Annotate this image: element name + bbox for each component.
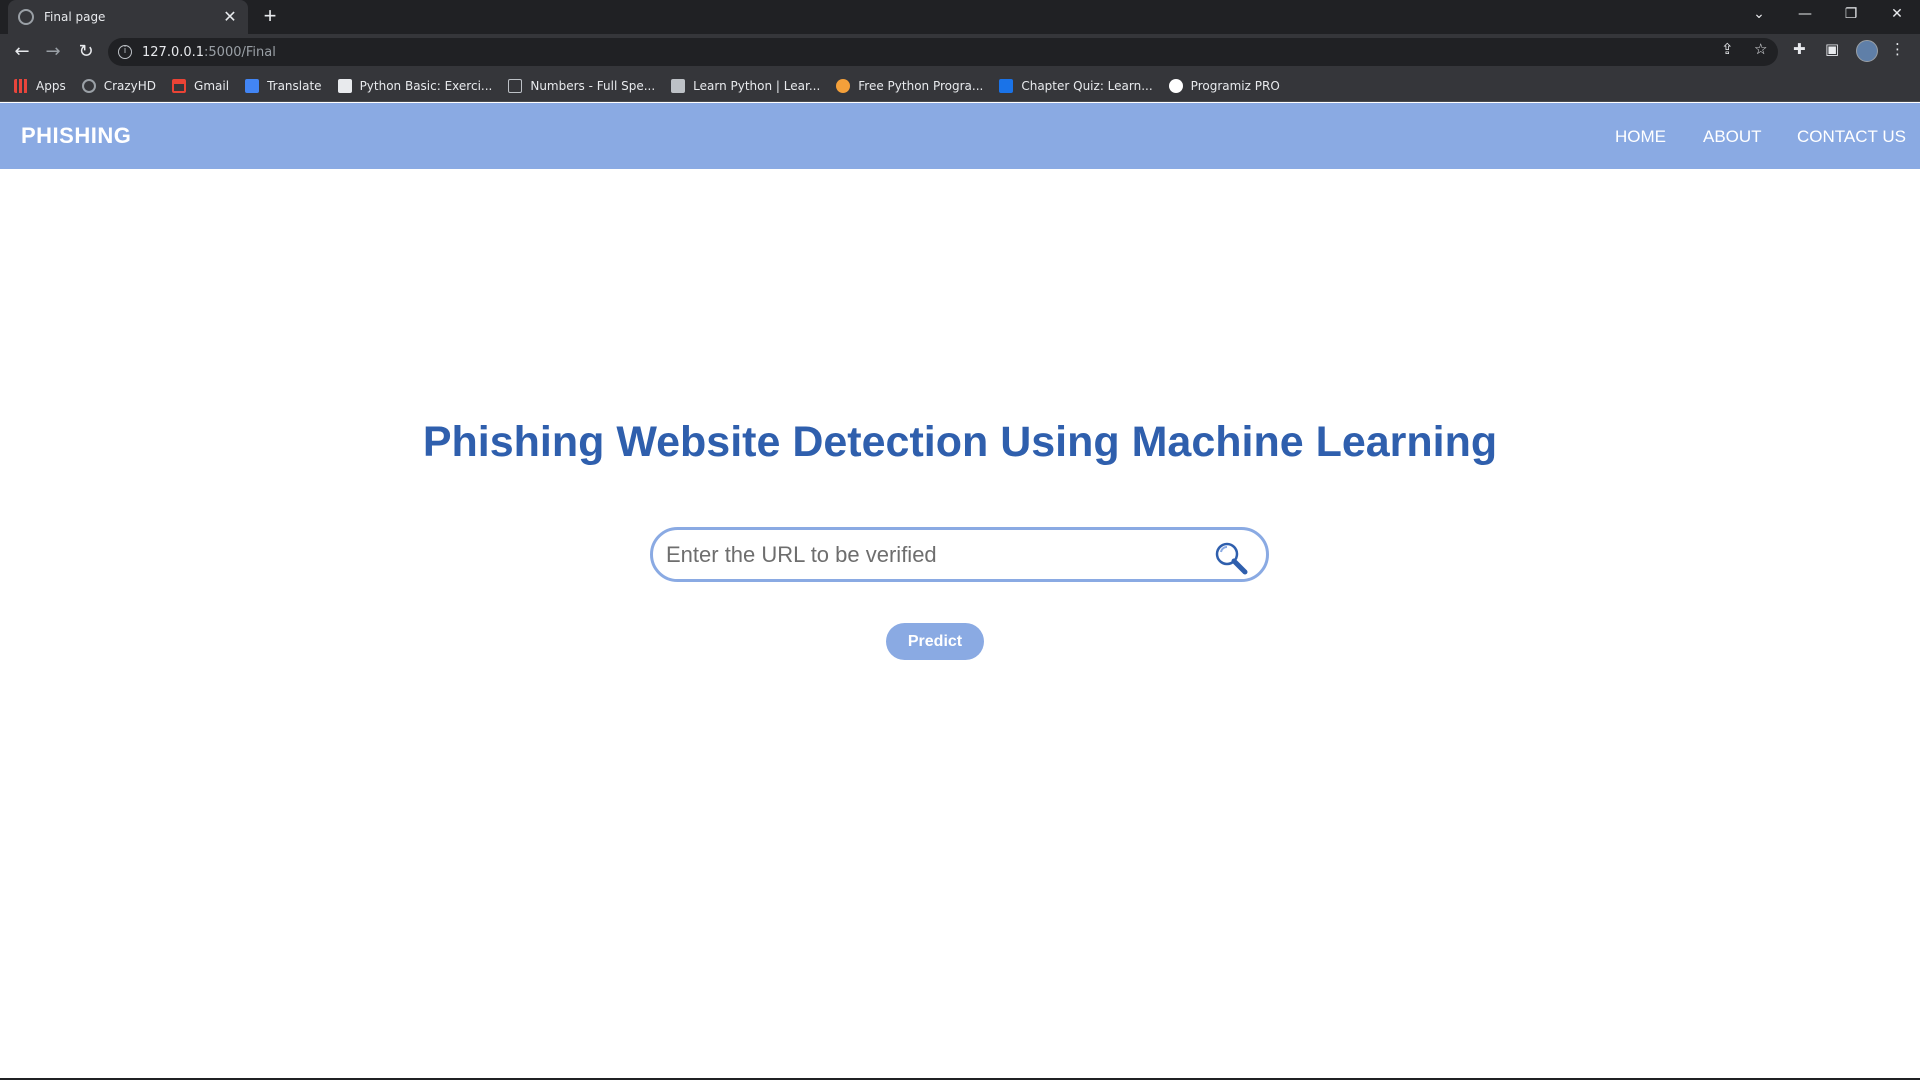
window-close-icon[interactable]: ✕ bbox=[1874, 0, 1920, 30]
programiz-icon bbox=[1168, 78, 1183, 93]
globe-icon bbox=[81, 78, 96, 93]
terminal-icon bbox=[508, 78, 523, 93]
play-icon bbox=[999, 78, 1014, 93]
close-tab-icon[interactable]: ✕ bbox=[222, 7, 238, 27]
chrome-menu-icon[interactable]: ⋮ bbox=[1890, 40, 1905, 58]
restore-icon[interactable]: ❐ bbox=[1828, 0, 1874, 30]
profile-avatar[interactable] bbox=[1856, 40, 1878, 62]
bookmark-gmail[interactable]: Gmail bbox=[172, 78, 229, 93]
extensions-puzzle-icon[interactable]: ✚ bbox=[1793, 40, 1806, 58]
globe-favicon-icon bbox=[18, 9, 34, 25]
nav-link-contact-us[interactable]: CONTACT US bbox=[1797, 127, 1906, 147]
minimize-icon[interactable]: — bbox=[1782, 0, 1828, 30]
bookmarks-bar: Apps CrazyHD Gmail Translate Python Basi… bbox=[0, 70, 1920, 102]
bookmark-star-icon[interactable]: ☆ bbox=[1754, 40, 1767, 58]
w3resource-icon bbox=[337, 78, 352, 93]
bookmark-free-python[interactable]: Free Python Progra... bbox=[836, 78, 983, 93]
bookmark-translate[interactable]: Translate bbox=[245, 78, 322, 93]
google-translate-icon bbox=[245, 78, 260, 93]
new-tab-button[interactable]: + bbox=[258, 4, 282, 28]
bird-icon bbox=[836, 78, 851, 93]
search-icon[interactable] bbox=[1213, 540, 1249, 576]
back-arrow-icon[interactable]: ← bbox=[10, 40, 34, 64]
tab-strip: Final page ✕ + ⌄ — ❐ ✕ bbox=[0, 0, 1920, 34]
gmail-icon bbox=[172, 78, 187, 93]
url-search-box[interactable] bbox=[650, 527, 1269, 582]
bookmark-chapter-quiz[interactable]: Chapter Quiz: Learn... bbox=[999, 78, 1153, 93]
bookmark-python-basic[interactable]: Python Basic: Exerci... bbox=[337, 78, 492, 93]
address-bar[interactable]: i 127.0.0.1 :5000/Final bbox=[108, 38, 1778, 66]
page-icon bbox=[671, 78, 686, 93]
nav-link-about[interactable]: ABOUT bbox=[1703, 127, 1762, 147]
url-input[interactable] bbox=[666, 540, 1186, 570]
url-host: 127.0.0.1 bbox=[142, 44, 205, 60]
site-navbar: PHISHING HOME ABOUT CONTACT US bbox=[0, 103, 1920, 169]
browser-tab-active[interactable]: Final page ✕ bbox=[8, 0, 248, 34]
browser-toolbar: ← → ↻ i 127.0.0.1 :5000/Final ⇪ ☆ ✚ ▣ ⋮ bbox=[0, 34, 1920, 70]
tab-search-chevron-icon[interactable]: ⌄ bbox=[1736, 0, 1782, 30]
reload-icon[interactable]: ↻ bbox=[74, 40, 98, 64]
tab-title: Final page bbox=[44, 10, 106, 24]
nav-link-home[interactable]: HOME bbox=[1615, 127, 1666, 147]
predict-button[interactable]: Predict bbox=[886, 623, 984, 660]
side-panel-icon[interactable]: ▣ bbox=[1825, 40, 1839, 58]
share-icon[interactable]: ⇪ bbox=[1721, 40, 1734, 58]
bookmark-programiz-pro[interactable]: Programiz PRO bbox=[1168, 78, 1280, 93]
apps-grid-icon bbox=[14, 78, 28, 93]
bookmark-numbers[interactable]: Numbers - Full Spe... bbox=[508, 78, 655, 93]
site-info-icon[interactable]: i bbox=[118, 45, 132, 59]
bookmark-apps[interactable]: Apps bbox=[14, 78, 66, 93]
page-title: Phishing Website Detection Using Machine… bbox=[422, 418, 1498, 466]
forward-arrow-icon[interactable]: → bbox=[41, 40, 65, 64]
bookmark-learn-python[interactable]: Learn Python | Lear... bbox=[671, 78, 820, 93]
url-path: :5000/Final bbox=[204, 44, 276, 60]
brand-logo-text[interactable]: PHISHING bbox=[21, 123, 131, 149]
bookmark-crazyhd[interactable]: CrazyHD bbox=[81, 78, 156, 93]
